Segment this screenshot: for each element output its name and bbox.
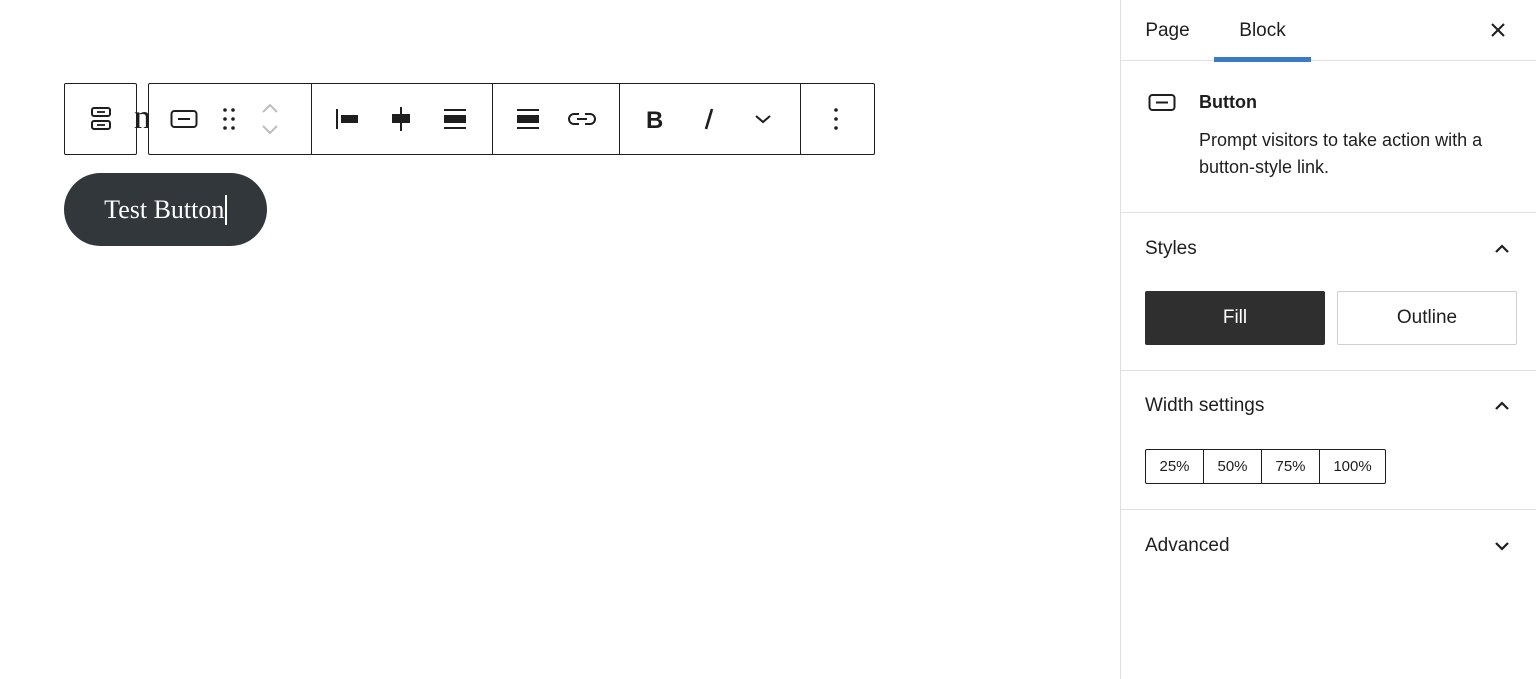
options-button[interactable]: [809, 92, 863, 146]
move-up-button[interactable]: [247, 97, 293, 119]
move-up-icon: [262, 103, 278, 113]
block-toolbar: B: [148, 83, 875, 155]
block-type-button[interactable]: [157, 92, 211, 146]
bold-button[interactable]: B: [628, 92, 682, 146]
style-outline-button[interactable]: Outline: [1337, 291, 1517, 345]
close-sidebar-button[interactable]: [1482, 14, 1514, 46]
tab-block[interactable]: Block: [1214, 0, 1311, 62]
justify-left-icon: [336, 109, 358, 129]
chevron-down-icon: [1490, 534, 1514, 558]
options-icon: [834, 108, 838, 130]
justify-space-between-button[interactable]: [428, 92, 482, 146]
chevron-up-icon: [1490, 394, 1514, 418]
move-down-button[interactable]: [247, 119, 293, 141]
link-button[interactable]: [555, 92, 609, 146]
drag-handle-icon: [223, 108, 235, 130]
block-card-icon: [1148, 93, 1176, 118]
width-50-button[interactable]: 50%: [1204, 450, 1262, 483]
svg-text:B: B: [646, 107, 663, 131]
chevron-up-icon: [1490, 237, 1514, 261]
obscured-heading-text: n: [134, 99, 149, 136]
button-block-icon: [170, 110, 198, 128]
bold-icon: B: [646, 107, 663, 131]
close-icon: [1491, 23, 1505, 37]
sidebar-tabs: Page Block: [1121, 0, 1536, 62]
buttons-parent-icon: [90, 107, 111, 130]
block-toolbar-group-options: [801, 84, 874, 154]
styles-panel-toggle[interactable]: Styles: [1145, 234, 1514, 264]
button-block-icon: [1148, 94, 1176, 111]
block-toolbar-group-layout: [493, 84, 620, 154]
width-100-button[interactable]: 100%: [1320, 450, 1385, 483]
test-button-block[interactable]: Test Button: [64, 173, 267, 246]
justify-center-icon: [392, 107, 410, 131]
select-parent-block-button[interactable]: [64, 83, 137, 155]
advanced-panel-toggle[interactable]: Advanced: [1145, 531, 1514, 561]
move-down-icon: [262, 125, 278, 135]
styles-panel-title: Styles: [1145, 238, 1197, 259]
italic-button[interactable]: [682, 92, 736, 146]
button-text[interactable]: Test Button: [104, 195, 224, 225]
width-settings-toggle[interactable]: Width settings: [1145, 391, 1514, 421]
width-25-button[interactable]: 25%: [1146, 450, 1204, 483]
block-card: Button Prompt visitors to take action wi…: [1121, 61, 1536, 213]
block-mover: [247, 92, 293, 146]
width-settings-panel: Width settings 25% 50% 75% 100%: [1121, 371, 1536, 510]
settings-sidebar: Page Block Button Prompt visitors to tak…: [1120, 0, 1536, 679]
justify-center-button[interactable]: [374, 92, 428, 146]
tab-page[interactable]: Page: [1121, 0, 1214, 61]
block-card-description: Prompt visitors to take action with a bu…: [1199, 130, 1483, 177]
vertical-align-button[interactable]: [501, 92, 555, 146]
block-toolbar-group-format: B: [620, 84, 801, 154]
more-rich-text-button[interactable]: [736, 92, 790, 146]
italic-icon: [704, 108, 714, 130]
vertical-align-icon: [517, 109, 539, 129]
width-settings-title: Width settings: [1145, 395, 1265, 416]
width-button-group: 25% 50% 75% 100%: [1145, 449, 1386, 484]
advanced-panel: Advanced: [1121, 510, 1536, 582]
justify-space-between-icon: [444, 109, 466, 129]
width-75-button[interactable]: 75%: [1262, 450, 1320, 483]
block-toolbar-group-justify: [312, 84, 493, 154]
style-options: Fill Outline: [1145, 291, 1517, 345]
justify-left-button[interactable]: [320, 92, 374, 146]
advanced-panel-title: Advanced: [1145, 535, 1230, 556]
block-toolbar-group-block: [149, 84, 312, 154]
more-rich-text-icon: [755, 115, 771, 124]
text-caret: [225, 194, 227, 225]
link-icon: [568, 113, 596, 125]
style-fill-button[interactable]: Fill: [1145, 291, 1325, 345]
drag-handle[interactable]: [211, 92, 247, 146]
block-card-title: Button: [1199, 92, 1257, 112]
editor-canvas: n B Test Button: [0, 0, 1120, 679]
styles-panel: Styles Fill Outline: [1121, 213, 1536, 371]
